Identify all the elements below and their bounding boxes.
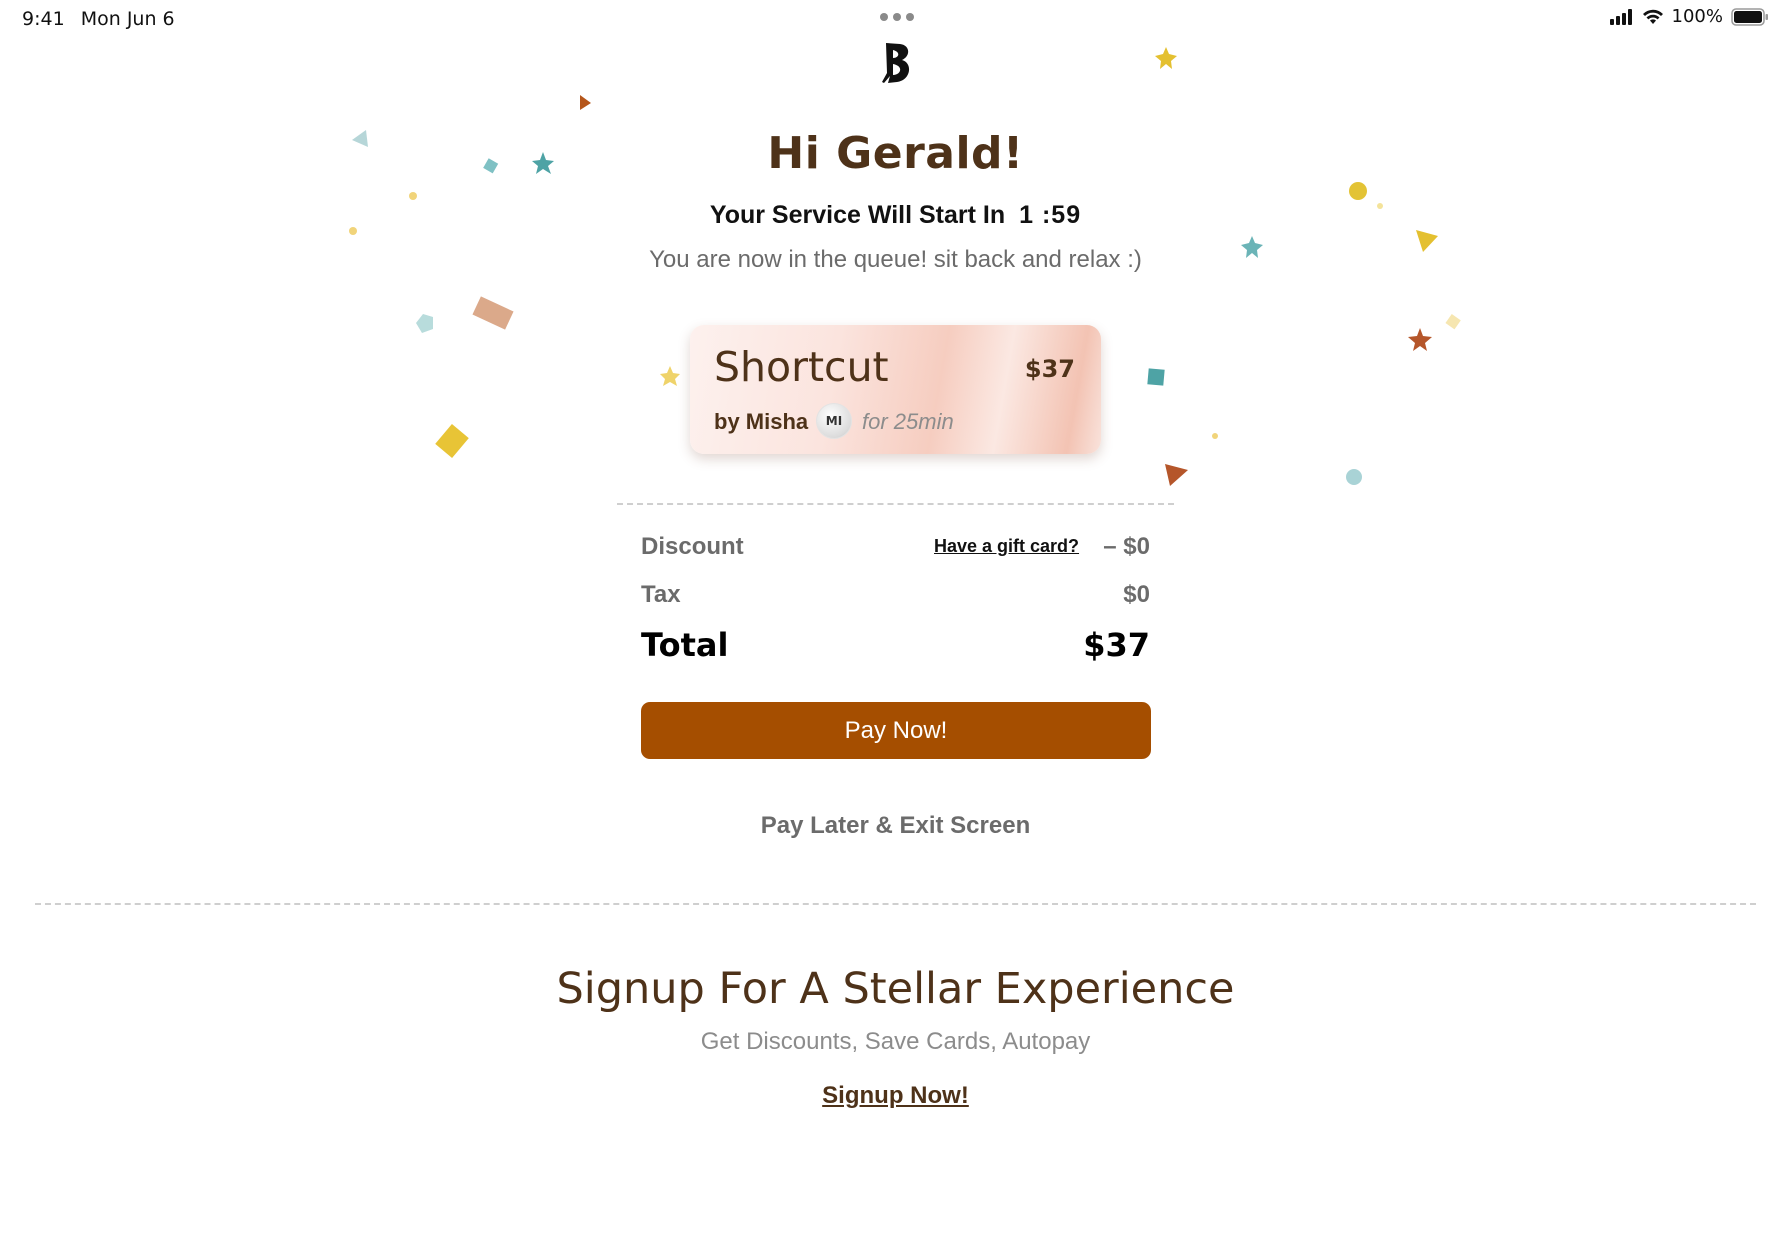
total-value: $37 (1083, 626, 1150, 664)
tax-value: $0 (1123, 581, 1150, 608)
service-start-timer: 1 :59 (1019, 201, 1082, 229)
battery-icon (1731, 7, 1768, 26)
signup-now-link[interactable]: Signup Now! (822, 1082, 969, 1109)
queue-message: You are now in the queue! sit back and r… (649, 246, 1142, 273)
greeting-heading: Hi Gerald! (767, 128, 1024, 179)
cellular-signal-icon (1609, 8, 1632, 25)
service-start-line: Your Service Will Start In 1 :59 (0, 201, 1791, 230)
signup-title: Signup For A Stellar Experience (556, 964, 1235, 1014)
section-divider (35, 903, 1756, 905)
confetti-decoration (349, 47, 1461, 486)
stylist-avatar: MI (816, 403, 852, 439)
stylist-name: by Misha (714, 409, 809, 434)
battery-percentage: 100% (1671, 6, 1723, 27)
wifi-icon (1642, 9, 1663, 24)
pay-later-label: Pay Later & Exit Screen (760, 812, 1031, 839)
pay-now-label: Pay Now! (844, 716, 948, 744)
service-card: Shortcut $37 by Misha MI for 25min (690, 325, 1101, 454)
tax-label: Tax (641, 581, 681, 608)
pay-now-button[interactable]: Pay Now! (641, 702, 1151, 759)
pay-later-button[interactable]: Pay Later & Exit Screen (0, 812, 1791, 840)
service-name: Shortcut (714, 343, 889, 391)
signup-link-row: Signup Now! (0, 1082, 1791, 1110)
service-start-label: Your Service Will Start In (709, 201, 1006, 229)
total-label: Total (641, 626, 729, 664)
status-date-text: Mon Jun 6 (80, 8, 175, 30)
multitask-dots-icon[interactable] (880, 13, 914, 21)
status-time-text: 9:41 (22, 8, 65, 30)
discount-label: Discount (641, 533, 744, 560)
service-price: $37 (1024, 355, 1075, 383)
discount-value: – $0 (1103, 533, 1150, 560)
gift-card-link[interactable]: Have a gift card? (934, 536, 1079, 557)
summary-divider (617, 503, 1174, 505)
service-duration: for 25min (862, 409, 954, 434)
status-indicators: 100% (1609, 6, 1769, 27)
b-logo-icon (882, 43, 910, 83)
signup-subtitle: Get Discounts, Save Cards, Autopay (700, 1028, 1091, 1055)
status-time: 9:41 Mon Jun 6 (22, 8, 175, 30)
